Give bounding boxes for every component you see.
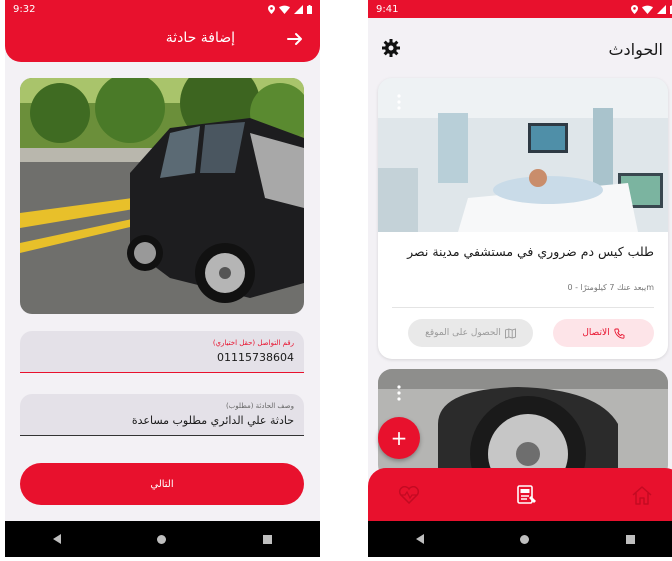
status-time: 9:32 (13, 3, 36, 15)
heartbeat-icon[interactable] (398, 485, 420, 504)
accident-description-value: حادثة علي الدائري مطلوب مساعدة (131, 414, 294, 427)
sos-icon[interactable] (515, 484, 537, 505)
nav-recents-icon[interactable] (625, 534, 635, 544)
system-nav-bar (368, 521, 672, 557)
status-time: 9:41 (376, 3, 399, 15)
system-nav-bar (5, 521, 320, 557)
divider (392, 307, 654, 308)
wifi-icon (642, 5, 653, 14)
status-icons (631, 4, 672, 14)
more-vert-icon[interactable] (397, 385, 401, 401)
status-bar: 9:41 (368, 0, 672, 18)
call-button-label: الاتصال (582, 328, 610, 338)
nav-home-icon[interactable] (520, 534, 530, 544)
location-icon (268, 4, 275, 14)
accident-description-label: وصف الحادثة (مطلوب) (225, 402, 294, 410)
home-icon[interactable] (631, 485, 653, 505)
location-icon (631, 4, 638, 14)
incident-card[interactable] (378, 369, 668, 479)
next-button[interactable]: التالي (20, 463, 304, 505)
more-vert-icon[interactable] (397, 94, 401, 110)
get-location-button[interactable]: الحصول على الموقع (408, 319, 533, 347)
status-icons (268, 4, 312, 14)
accident-description-field[interactable]: وصف الحادثة (مطلوب) حادثة علي الدائري مط… (20, 394, 304, 436)
get-location-label: الحصول على الموقع (425, 328, 501, 338)
battery-icon (307, 4, 312, 14)
wifi-icon (279, 5, 290, 14)
call-button[interactable]: الاتصال (553, 319, 654, 347)
contact-phone-field[interactable]: رقم التواصل (حقل اختياري) 01115738604 (20, 331, 304, 373)
contact-phone-value: 01115738604 (217, 351, 294, 364)
bottom-nav (368, 468, 672, 521)
page-title: الحوادث (608, 40, 663, 59)
map-icon (504, 327, 516, 339)
gear-icon[interactable] (382, 39, 400, 57)
phone-icon (613, 328, 625, 339)
add-incident-fab[interactable]: + (378, 417, 420, 459)
hospital-photo (378, 78, 668, 232)
nav-home-icon[interactable] (157, 534, 167, 544)
incident-title: طلب كيس دم ضروري في مستشفي مدينة نصر (407, 244, 654, 259)
contact-phone-label: رقم التواصل (حقل اختياري) (212, 339, 294, 347)
arrow-right-icon[interactable] (284, 28, 306, 50)
nav-back-icon[interactable] (416, 534, 425, 544)
add-accident-screen: 9:32 إضافة حادثة رقم التواصل (حقل اختيار… (5, 0, 320, 557)
page-title: إضافة حادثة (165, 30, 235, 46)
app-bar: إضافة حادثة (5, 18, 320, 62)
status-bar: 9:32 (5, 0, 320, 18)
accidents-list-screen: 9:41 الحوادث طلب كيس دم ضروري في مستشفي … (368, 0, 672, 557)
signal-icon (294, 4, 303, 14)
signal-icon (657, 4, 666, 14)
plus-icon: + (390, 426, 408, 450)
nav-back-icon[interactable] (53, 534, 62, 544)
incident-card[interactable]: طلب كيس دم ضروري في مستشفي مدينة نصر يبع… (378, 78, 668, 359)
nav-recents-icon[interactable] (262, 534, 272, 544)
accident-photo[interactable] (20, 78, 304, 314)
incident-distance: يبعد عنك 7 كيلومترًا - 0m (567, 283, 654, 292)
